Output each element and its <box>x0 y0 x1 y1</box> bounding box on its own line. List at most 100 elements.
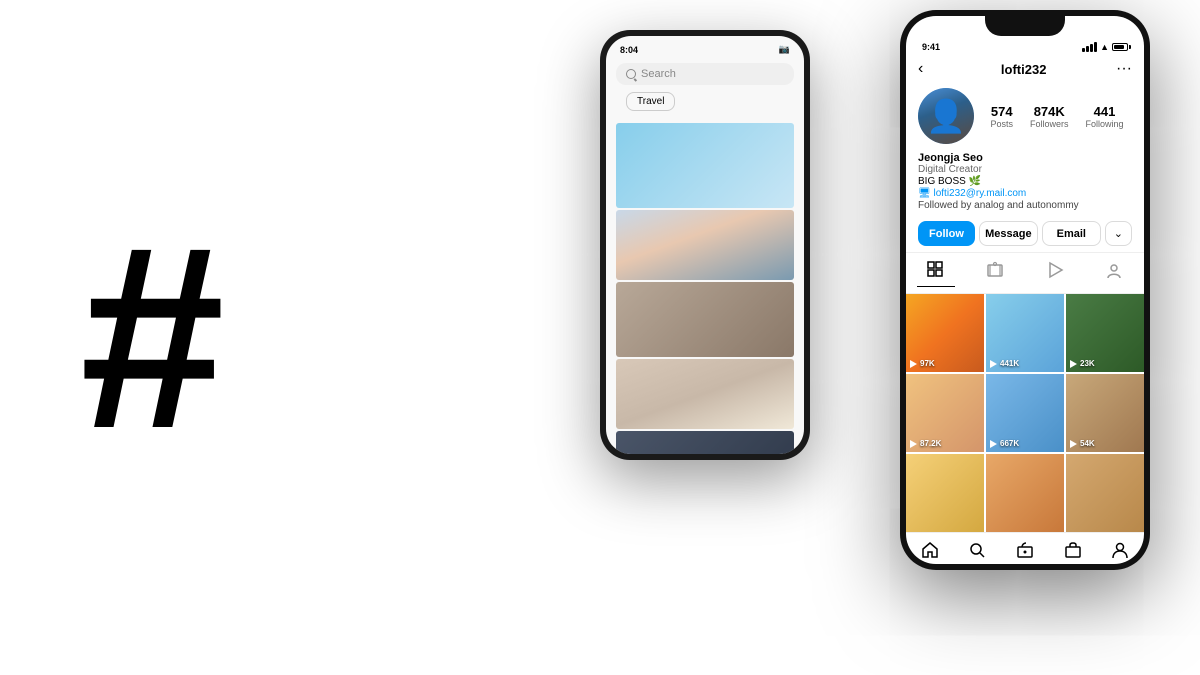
tab-reels[interactable] <box>976 259 1014 287</box>
grid-photo-9 <box>1066 454 1144 532</box>
posts-stat: 574 Posts <box>990 104 1013 129</box>
phones-container: 8:04 📷 Search Travel <box>590 0 1170 675</box>
following-count: 441 <box>1085 104 1123 119</box>
tab-tagged[interactable] <box>1095 259 1133 287</box>
back-button[interactable]: ‹ <box>918 60 923 78</box>
stats-row: 574 Posts 874K Followers 441 Following <box>906 82 1144 150</box>
bio-section: Jeongja Seo Digital Creator BIG BOSS 🌿 🖥… <box>906 150 1144 217</box>
battery-fill <box>1114 45 1124 49</box>
grid-overlay-2: 441K <box>990 359 1019 368</box>
notch <box>985 16 1065 36</box>
back-grid-item-1[interactable] <box>616 123 794 208</box>
views-6: 54K <box>1080 439 1095 448</box>
wifi-icon: ▲ <box>1100 42 1109 52</box>
play-icon-4 <box>910 440 918 448</box>
back-time: 8:04 <box>620 45 638 55</box>
back-grid-item-3[interactable] <box>616 282 794 357</box>
shop-icon <box>1016 541 1034 559</box>
more-button[interactable]: ⌄ <box>1105 221 1132 246</box>
nav-bag[interactable] <box>1064 541 1082 564</box>
nav-shop[interactable] <box>1016 541 1034 564</box>
signal-bars <box>1082 42 1097 52</box>
views-3: 23K <box>1080 359 1095 368</box>
reels-icon <box>986 261 1004 279</box>
grid-item-7[interactable] <box>906 454 984 532</box>
back-grid-item-4[interactable] <box>616 359 794 429</box>
bio-followed-by: Followed by analog and autonommy <box>918 200 1132 211</box>
avatar[interactable] <box>918 88 974 144</box>
follow-button[interactable]: Follow <box>918 221 975 246</box>
hashtag-symbol: # <box>80 208 225 468</box>
phone-back: 8:04 📷 Search Travel <box>600 30 810 460</box>
phone-back-screen: 8:04 📷 Search Travel <box>606 36 804 454</box>
grid-overlay-3: 23K <box>1070 359 1095 368</box>
tab-grid[interactable] <box>917 259 955 287</box>
tab-videos[interactable] <box>1036 259 1074 287</box>
nav-profile[interactable] <box>1111 541 1129 564</box>
bar4 <box>1094 42 1097 52</box>
back-grid-item-2[interactable] <box>616 210 794 280</box>
travel-tag[interactable]: Travel <box>626 92 675 111</box>
avatar-image <box>918 88 974 144</box>
status-icons: ▲ <box>1082 42 1128 52</box>
phone-front-screen: 9:41 ▲ ‹ lofti232 <box>906 16 1144 564</box>
bio-email[interactable]: 🖥 lofti232@ry.mail.com <box>918 188 1132 199</box>
grid-item-4[interactable]: 87.2K <box>906 374 984 452</box>
play-icon-1 <box>910 360 918 368</box>
back-camera-icon: 📷 <box>779 44 790 55</box>
grid-item-1[interactable]: 97K <box>906 294 984 372</box>
play-icon-5 <box>990 440 998 448</box>
bottom-nav <box>906 532 1144 564</box>
profile-nav-icon <box>1111 541 1129 559</box>
content-tabs <box>906 252 1144 294</box>
grid-item-6[interactable]: 54K <box>1066 374 1144 452</box>
grid-overlay-4: 87.2K <box>910 439 941 448</box>
battery-icon <box>1112 43 1128 51</box>
action-buttons: Follow Message Email ⌄ <box>906 217 1144 252</box>
bar1 <box>1082 48 1085 52</box>
play-icon-2 <box>990 360 998 368</box>
followers-stat[interactable]: 874K Followers <box>1030 104 1069 129</box>
grid-photo-7 <box>906 454 984 532</box>
play-icon-6 <box>1070 440 1078 448</box>
bio-role: Digital Creator <box>918 164 1132 175</box>
bag-icon <box>1064 541 1082 559</box>
bio-name: Jeongja Seo <box>918 152 1132 164</box>
grid-item-2[interactable]: 441K <box>986 294 1064 372</box>
grid-photo-8 <box>986 454 1064 532</box>
grid-overlay-6: 54K <box>1070 439 1095 448</box>
bar2 <box>1086 46 1089 52</box>
play-icon-3 <box>1070 360 1078 368</box>
views-1: 97K <box>920 359 935 368</box>
nav-home[interactable] <box>921 541 939 564</box>
following-stat[interactable]: 441 Following <box>1085 104 1123 129</box>
views-2: 441K <box>1000 359 1019 368</box>
followers-label: Followers <box>1030 119 1069 129</box>
profile-header: ‹ lofti232 ··· <box>906 56 1144 82</box>
search-nav-icon <box>968 541 986 559</box>
back-search-bar[interactable]: Search <box>616 63 794 85</box>
tagged-icon <box>1105 261 1123 279</box>
home-icon <box>921 541 939 559</box>
email-button[interactable]: Email <box>1042 221 1101 246</box>
profile-username: lofti232 <box>931 62 1116 77</box>
grid-item-8[interactable] <box>986 454 1064 532</box>
more-options-button[interactable]: ··· <box>1116 60 1132 78</box>
grid-overlay-1: 97K <box>910 359 935 368</box>
photo-grid: 97K 441K 23K <box>906 294 1144 532</box>
search-icon <box>626 69 636 79</box>
message-button[interactable]: Message <box>979 221 1038 246</box>
grid-overlay-5: 667K <box>990 439 1019 448</box>
grid-item-5[interactable]: 667K <box>986 374 1064 452</box>
nav-search[interactable] <box>968 541 986 564</box>
grid-item-3[interactable]: 23K <box>1066 294 1144 372</box>
grid-item-9[interactable] <box>1066 454 1144 532</box>
bar3 <box>1090 44 1093 52</box>
views-5: 667K <box>1000 439 1019 448</box>
views-4: 87.2K <box>920 439 941 448</box>
play-icon <box>1046 261 1064 279</box>
followers-count: 874K <box>1030 104 1069 119</box>
search-label: Search <box>641 68 676 80</box>
back-grid-item-5[interactable] <box>616 431 794 454</box>
posts-count: 574 <box>990 104 1013 119</box>
